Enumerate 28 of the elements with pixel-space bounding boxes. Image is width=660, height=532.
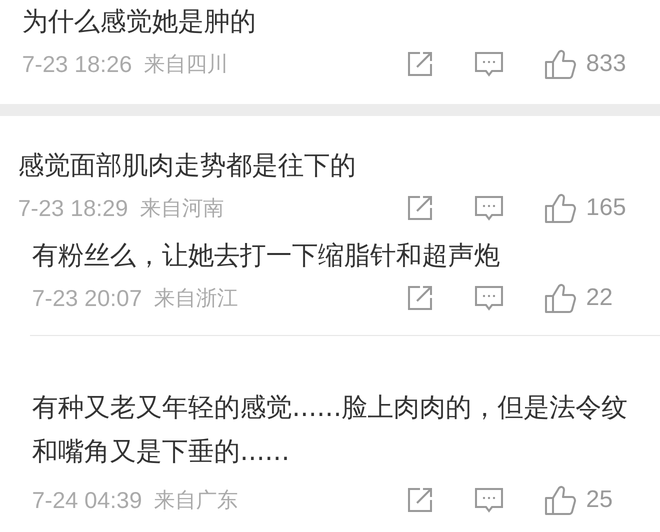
comment-text: 为什么感觉她是肿的 [22, 6, 257, 39]
comment-location: 来自浙江 [154, 285, 238, 312]
comment-text: 感觉面部肌肉走势都是往下的 [18, 150, 357, 183]
comment-icon[interactable] [474, 284, 504, 312]
comment-location: 来自广东 [154, 487, 238, 514]
thumbs-up-icon[interactable] [544, 484, 576, 516]
comment-icon[interactable] [474, 50, 504, 78]
comment-text: 有粉丝么，让她去打一下缩脂针和超声炮 [32, 240, 501, 273]
like-count: 165 [586, 194, 626, 222]
comment-icon[interactable] [474, 486, 504, 514]
comment-icon[interactable] [474, 194, 504, 222]
comment-time: 7-23 18:29 [18, 194, 128, 222]
comment-time: 7-23 18:26 [22, 50, 132, 78]
thumbs-up-icon[interactable] [544, 48, 576, 80]
comment-location: 来自四川 [144, 51, 228, 78]
like-count: 833 [586, 50, 626, 78]
comment-location: 来自河南 [140, 195, 224, 222]
comment-time: 7-24 04:39 [32, 486, 142, 514]
comment-time: 7-23 20:07 [32, 284, 142, 312]
share-icon[interactable] [406, 284, 434, 312]
like-count: 22 [586, 284, 613, 312]
thumbs-up-icon[interactable] [544, 192, 576, 224]
share-icon[interactable] [406, 194, 434, 222]
share-icon[interactable] [406, 486, 434, 514]
thumbs-up-icon[interactable] [544, 282, 576, 314]
comment-text: 有种又老又年轻的感觉......脸上肉肉的，但是法令纹和嘴角又是下垂的...... [32, 392, 629, 469]
like-count: 25 [586, 486, 613, 514]
share-icon[interactable] [406, 50, 434, 78]
